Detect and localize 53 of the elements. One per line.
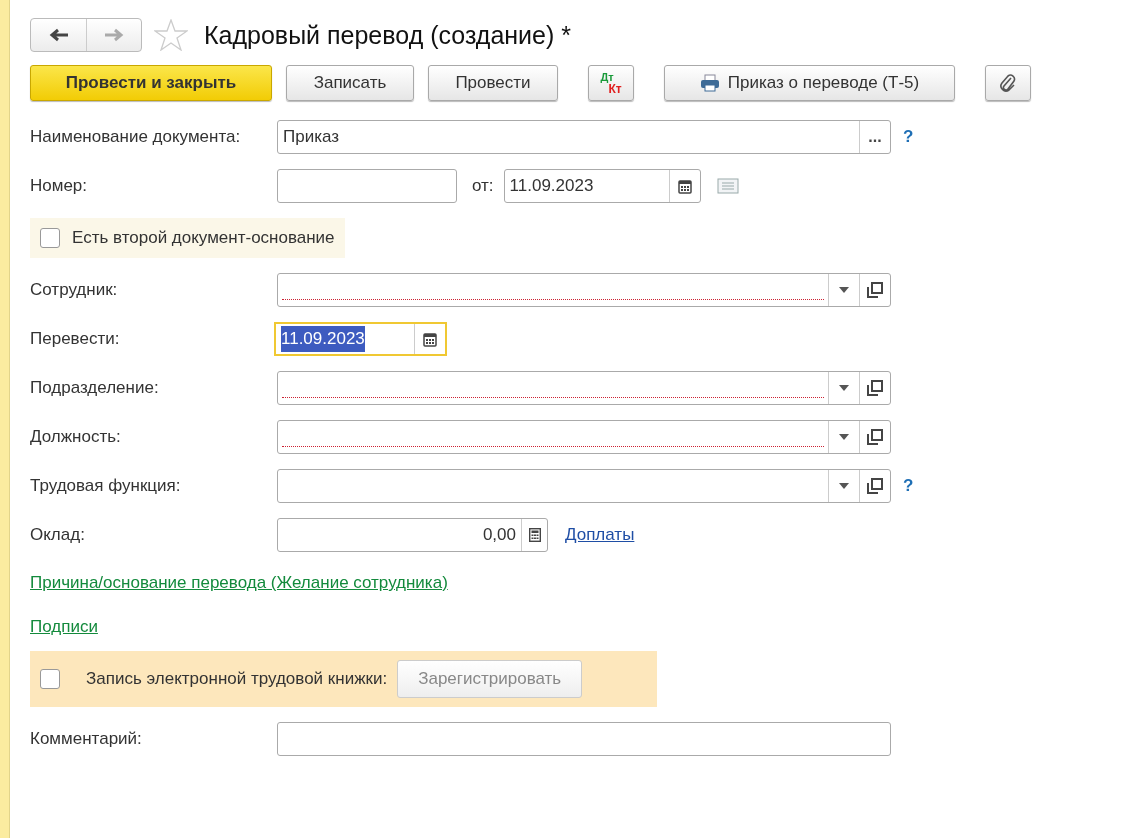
- comment-field[interactable]: [277, 722, 891, 756]
- number-field[interactable]: [277, 169, 457, 203]
- caret-icon: [839, 434, 849, 440]
- field-label: от:: [472, 175, 494, 198]
- back-arrow-icon: [48, 28, 69, 42]
- salary-field[interactable]: 0,00: [277, 518, 548, 552]
- calendar-icon: [677, 178, 692, 194]
- forward-arrow-icon: [104, 28, 124, 42]
- field-label: Должность:: [30, 426, 122, 449]
- field-label: Подразделение:: [30, 377, 160, 400]
- select-field[interactable]: [277, 469, 891, 503]
- attach-button[interactable]: [985, 65, 1031, 101]
- choose-button[interactable]: ...: [859, 121, 890, 153]
- calculator-icon: [528, 528, 541, 542]
- document-name-field[interactable]: Приказ ...: [277, 120, 891, 154]
- open-form-icon: [867, 282, 883, 298]
- date-field[interactable]: 11.09.2023: [503, 169, 701, 203]
- field-label: Комментарий:: [30, 728, 143, 751]
- printer-icon: [699, 74, 720, 92]
- date-field[interactable]: 11.09.2023: [274, 322, 447, 356]
- checkbox[interactable]: [40, 669, 60, 689]
- field-label: Трудовая функция:: [30, 475, 182, 498]
- debit-credit-button[interactable]: Дт Кт: [588, 65, 634, 101]
- open-form-icon: [867, 380, 883, 396]
- checkbox[interactable]: [40, 228, 60, 248]
- toolbar-button[interactable]: Записать: [286, 65, 414, 101]
- open-form-icon: [867, 429, 883, 445]
- caret-icon: [839, 287, 849, 293]
- checkbox-label: Запись электронной трудовой книжки:: [86, 668, 388, 691]
- caret-icon: [839, 483, 849, 489]
- select-field[interactable]: [277, 371, 891, 405]
- print-order-button[interactable]: Приказ о переводе (Т-5): [664, 65, 955, 101]
- calendar-icon: [423, 331, 437, 347]
- field-label: Наименование документа:: [30, 126, 242, 149]
- select-field[interactable]: [277, 420, 891, 454]
- field-label: Перевести:: [30, 328, 121, 351]
- field-label: Оклад:: [30, 524, 86, 547]
- form-link[interactable]: Причина/основание перевода (Желание сотрудника): [30, 573, 448, 592]
- allowances-link[interactable]: Доплаты: [565, 522, 635, 548]
- post-and-close-button[interactable]: Провести и закрыть: [30, 65, 272, 101]
- field-label: Номер:: [30, 175, 89, 198]
- select-field[interactable]: [277, 273, 891, 307]
- star-icon[interactable]: [154, 19, 188, 51]
- paperclip-icon: [999, 73, 1017, 93]
- caret-icon: [839, 385, 849, 391]
- toolbar-button[interactable]: Провести: [428, 65, 558, 101]
- checkbox-label: Есть второй документ-основание: [72, 227, 335, 250]
- field-label: Сотрудник:: [30, 279, 119, 302]
- window-title: Кадровый перевод (создание) *: [204, 20, 571, 50]
- open-form-icon: [867, 478, 883, 494]
- help-link[interactable]: ?: [903, 124, 914, 150]
- help-link[interactable]: ?: [903, 473, 914, 499]
- form-link[interactable]: Подписи: [30, 616, 98, 636]
